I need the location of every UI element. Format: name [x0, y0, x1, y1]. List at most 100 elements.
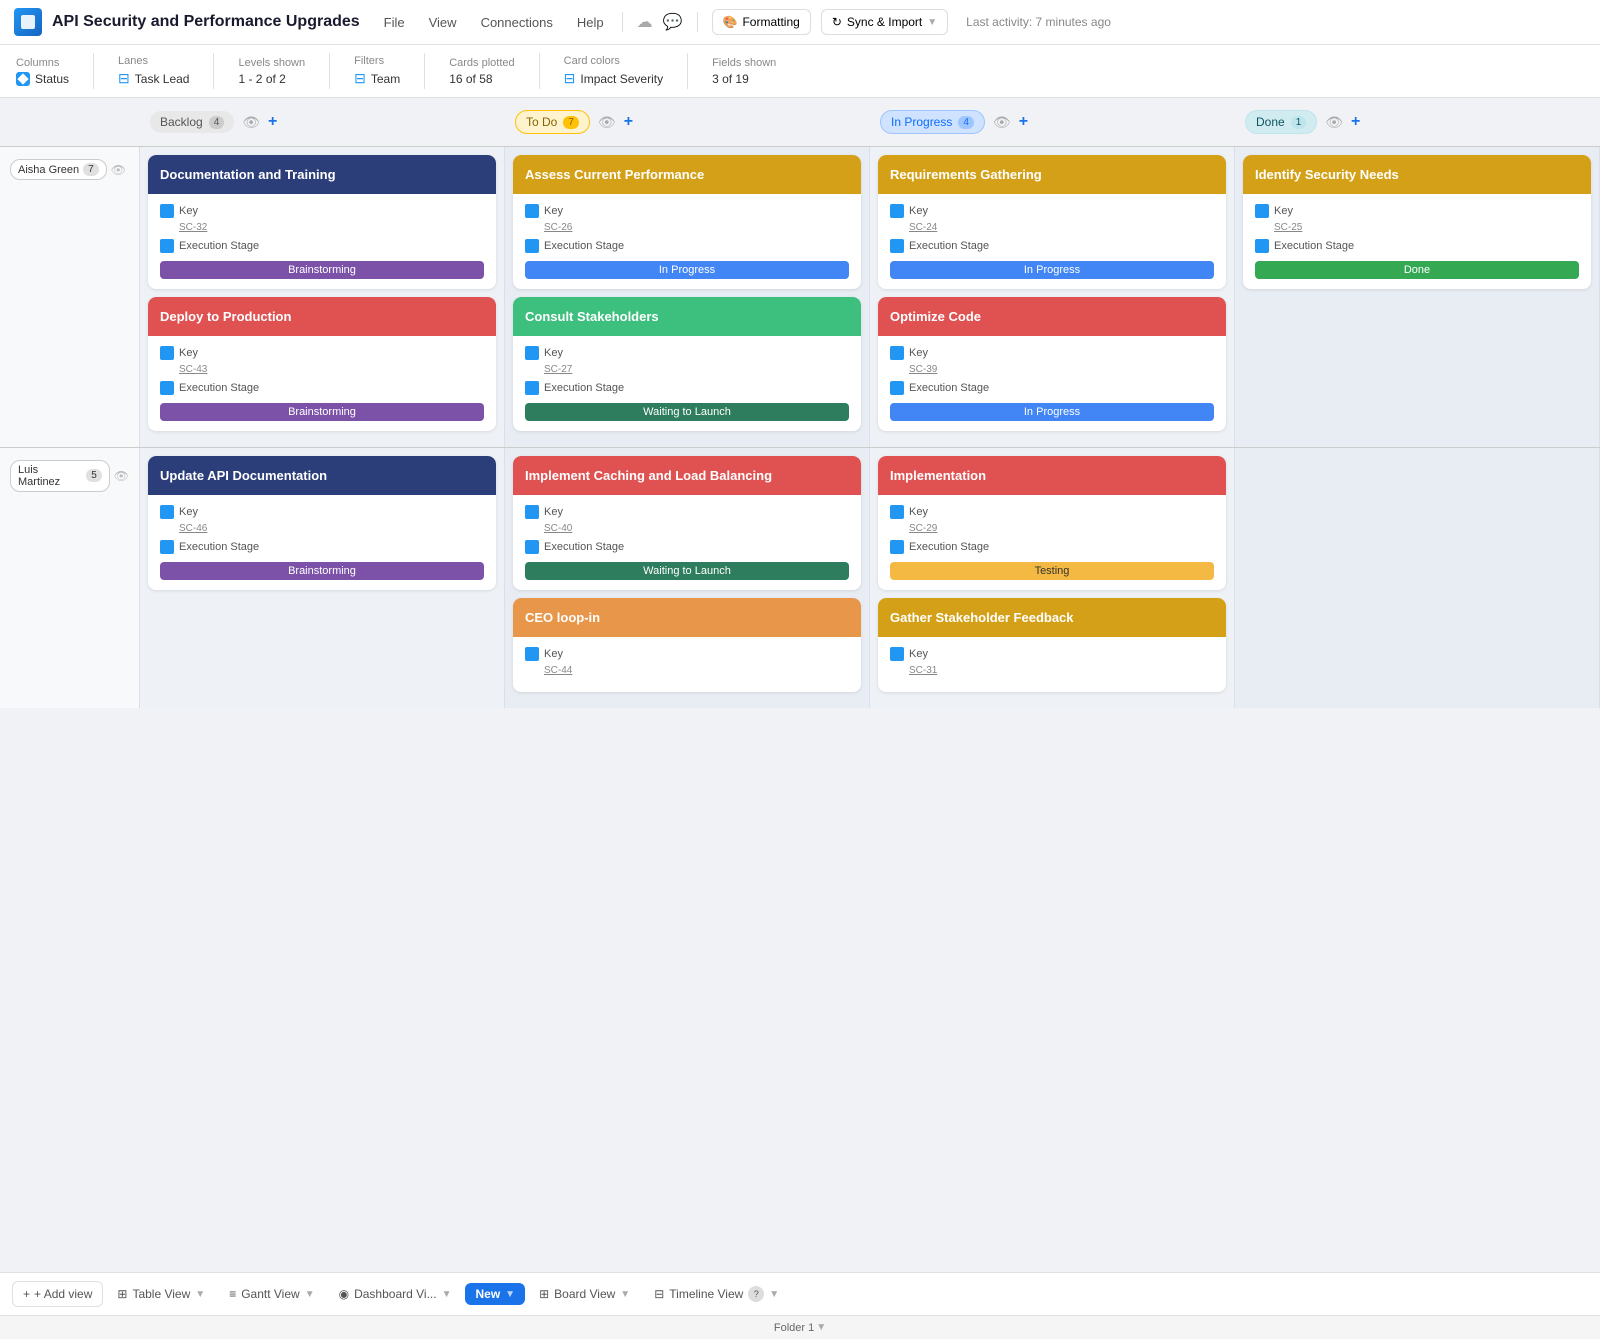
gantt-icon: ≡ — [229, 1287, 236, 1301]
inprogress-hide-icon[interactable]: 👁 — [993, 114, 1011, 131]
column-headers: Backlog 4 👁 + To Do 7 👁 + In Progress — [0, 98, 1600, 146]
table-icon: ⊞ — [117, 1287, 127, 1301]
tab-timeline[interactable]: ⊟ Timeline View ? ▼ — [644, 1281, 789, 1307]
card-doc-training[interactable]: Documentation and Training Key SC-32 Exe… — [148, 155, 496, 289]
sep1 — [93, 53, 94, 89]
card-doc-training-header: Documentation and Training — [148, 155, 496, 194]
card-assess-perf[interactable]: Assess Current Performance Key SC-26 Exe… — [513, 155, 861, 289]
card-update-api-doc[interactable]: Update API Documentation Key SC-46 Execu… — [148, 456, 496, 590]
cloud-icon[interactable]: ☁ — [637, 12, 653, 32]
menu-help[interactable]: Help — [573, 13, 608, 32]
lane-aisha-backlog: Documentation and Training Key SC-32 Exe… — [140, 147, 505, 447]
title-bar: API Security and Performance Upgrades Fi… — [0, 0, 1600, 45]
sep4 — [424, 53, 425, 89]
card-consult-header: Consult Stakeholders — [513, 297, 861, 336]
done-hide-icon[interactable]: 👁 — [1325, 114, 1343, 131]
lane-aisha-todo: Assess Current Performance Key SC-26 Exe… — [505, 147, 870, 447]
lane-label-luis: Luis Martinez 5 👁 — [0, 448, 140, 708]
divider2 — [697, 12, 698, 32]
card-caching-lb[interactable]: Implement Caching and Load Balancing Key… — [513, 456, 861, 590]
filters-control[interactable]: Filters ⊟ Team — [354, 55, 400, 87]
lane-aisha-badge: Aisha Green 7 — [10, 159, 107, 180]
folder-dropdown-icon[interactable]: ▼ — [816, 1322, 826, 1333]
tab-gantt[interactable]: ≡ Gantt View ▼ — [219, 1282, 324, 1306]
menu-file[interactable]: File — [380, 13, 409, 32]
todo-badge: To Do 7 — [515, 110, 590, 134]
board-wrapper: Backlog 4 👁 + To Do 7 👁 + In Progress — [0, 98, 1600, 1282]
inprogress-add-icon[interactable]: + — [1019, 113, 1028, 131]
tab-new[interactable]: New ▼ — [465, 1283, 525, 1305]
card-deploy-prod[interactable]: Deploy to Production Key SC-43 Execution… — [148, 297, 496, 431]
col-header-inprogress: In Progress 4 👁 + — [870, 106, 1235, 138]
card-identify-header: Identify Security Needs — [1243, 155, 1591, 194]
card-gather-feedback[interactable]: Gather Stakeholder Feedback Key SC-31 — [878, 598, 1226, 692]
card-identify-security[interactable]: Identify Security Needs Key SC-25 Execut… — [1243, 155, 1591, 289]
todo-add-icon[interactable]: + — [624, 113, 633, 131]
lane-aisha: Aisha Green 7 👁 Documentation and Traini… — [0, 146, 1600, 447]
card-deploy-prod-header: Deploy to Production — [148, 297, 496, 336]
card-caching-header: Implement Caching and Load Balancing — [513, 456, 861, 495]
menu-connections[interactable]: Connections — [477, 13, 557, 32]
card-assess-perf-header: Assess Current Performance — [513, 155, 861, 194]
menu-view[interactable]: View — [425, 13, 461, 32]
lane-label-aisha: Aisha Green 7 👁 — [0, 147, 140, 447]
sep2 — [213, 53, 214, 89]
card-execution-field: Execution Stage — [160, 239, 484, 253]
chat-icon[interactable]: 💬 — [663, 12, 683, 32]
tab-board[interactable]: ⊞ Board View ▼ — [529, 1282, 640, 1306]
tab-table[interactable]: ⊞ Table View ▼ — [107, 1282, 215, 1306]
lane-aisha-done: Identify Security Needs Key SC-25 Execut… — [1235, 147, 1600, 447]
done-badge: Done 1 — [1245, 110, 1317, 134]
card-colors-control[interactable]: Card colors ⊟ Impact Severity — [564, 55, 663, 87]
timeline-icon: ⊟ — [654, 1287, 664, 1301]
col-header-done: Done 1 👁 + — [1235, 106, 1600, 138]
card-key-field: Key — [160, 204, 484, 218]
lane-luis-done — [1235, 448, 1600, 708]
card-ceo-header: CEO loop-in — [513, 598, 861, 637]
sync-button[interactable]: ↻ Sync & Import ▼ — [821, 9, 948, 35]
app-title: API Security and Performance Upgrades — [52, 13, 360, 31]
lane-aisha-hide[interactable]: 👁 — [111, 163, 126, 177]
app-icon — [14, 8, 42, 36]
card-update-api-header: Update API Documentation — [148, 456, 496, 495]
lane-luis-badge: Luis Martinez 5 — [10, 460, 110, 492]
help-icon[interactable]: ? — [748, 1286, 764, 1302]
backlog-add-icon[interactable]: + — [268, 113, 277, 131]
inprogress-badge: In Progress 4 — [880, 110, 985, 134]
sync-icon: ↻ — [832, 15, 842, 29]
col-header-todo: To Do 7 👁 + — [505, 106, 870, 138]
cards-plotted-control[interactable]: Cards plotted 16 of 58 — [449, 57, 514, 86]
last-activity: Last activity: 7 minutes ago — [966, 15, 1111, 29]
tab-dashboard[interactable]: ◉ Dashboard Vi... ▼ — [329, 1282, 462, 1306]
todo-hide-icon[interactable]: 👁 — [598, 114, 616, 131]
done-add-icon[interactable]: + — [1351, 113, 1360, 131]
card-implementation[interactable]: Implementation Key SC-29 Execution Stage — [878, 456, 1226, 590]
lane-luis-backlog: Update API Documentation Key SC-46 Execu… — [140, 448, 505, 708]
fields-shown-control[interactable]: Fields shown 3 of 19 — [712, 57, 776, 86]
backlog-badge: Backlog 4 — [150, 111, 234, 133]
columns-control[interactable]: Columns Status — [16, 57, 69, 86]
card-ceo-loopin[interactable]: CEO loop-in Key SC-44 — [513, 598, 861, 692]
card-gather-header: Gather Stakeholder Feedback — [878, 598, 1226, 637]
lanes-control[interactable]: Lanes ⊟ Task Lead — [118, 55, 189, 87]
board-icon: ⊞ — [539, 1287, 549, 1301]
bottom-bar: + + Add view ⊞ Table View ▼ ≡ Gantt View… — [0, 1272, 1600, 1315]
card-optimize-code[interactable]: Optimize Code Key SC-39 Execution Stage — [878, 297, 1226, 431]
sep3 — [329, 53, 330, 89]
lane-luis-inprogress: Implementation Key SC-29 Execution Stage — [870, 448, 1235, 708]
backlog-hide-icon[interactable]: 👁 — [242, 114, 260, 131]
add-view-button[interactable]: + + Add view — [12, 1281, 103, 1307]
lane-luis-todo: Implement Caching and Load Balancing Key… — [505, 448, 870, 708]
sep5 — [539, 53, 540, 89]
card-consult-stakeholders[interactable]: Consult Stakeholders Key SC-27 Execution… — [513, 297, 861, 431]
formatting-button[interactable]: 🎨 Formatting — [712, 9, 811, 35]
sync-dropdown-icon: ▼ — [927, 17, 937, 28]
sep6 — [687, 53, 688, 89]
lane-luis-hide[interactable]: 👁 — [114, 469, 129, 483]
levels-control[interactable]: Levels shown 1 - 2 of 2 — [238, 57, 305, 86]
divider — [622, 12, 623, 32]
lane-luis: Luis Martinez 5 👁 Update API Documentati… — [0, 447, 1600, 708]
card-req-gathering[interactable]: Requirements Gathering Key SC-24 Executi… — [878, 155, 1226, 289]
status-icon — [16, 72, 30, 86]
col-header-backlog: Backlog 4 👁 + — [140, 106, 505, 138]
